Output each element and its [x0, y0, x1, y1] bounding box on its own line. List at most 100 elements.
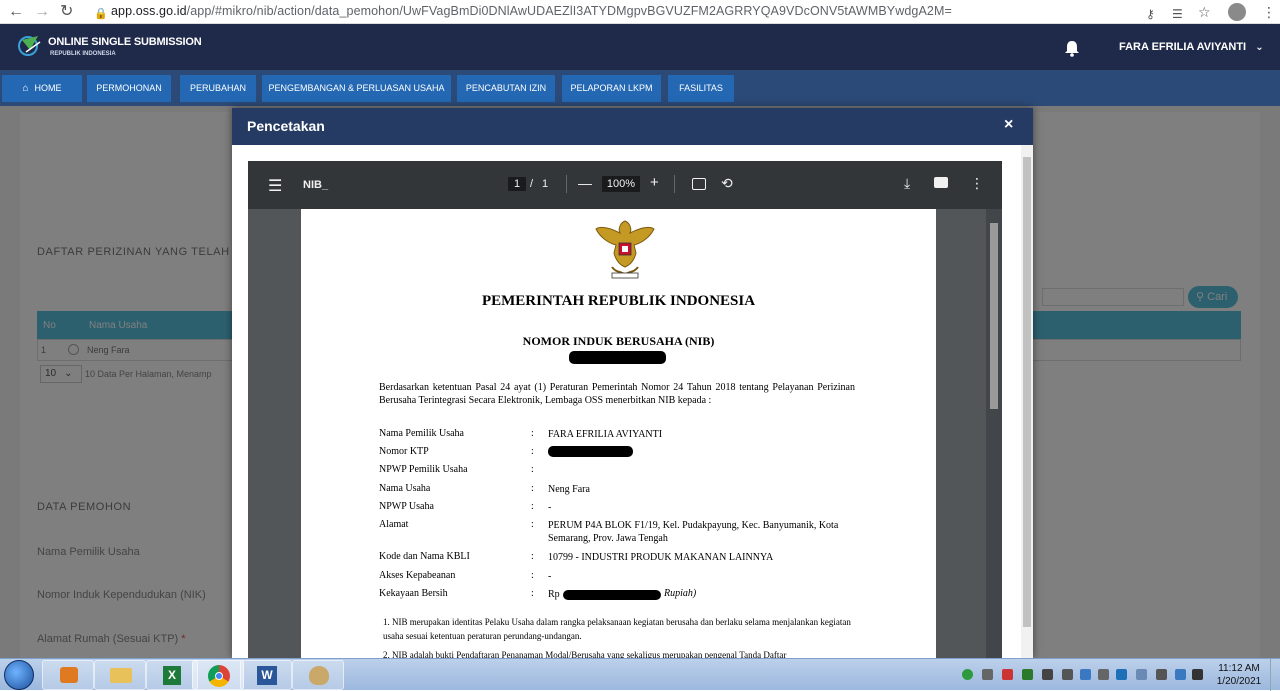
field-label: Nama Usaha	[379, 483, 431, 494]
pdf-scrollbar-thumb[interactable]	[990, 223, 998, 409]
action-center-flag-icon[interactable]	[1156, 669, 1167, 680]
tray-app-icon[interactable]	[1042, 669, 1053, 680]
field-colon: :	[531, 551, 534, 562]
close-icon[interactable]: ×	[1004, 116, 1013, 134]
field-colon: :	[531, 501, 534, 512]
word-icon: W	[257, 666, 277, 685]
nav-home-label: HOME	[34, 83, 62, 93]
nav-fasilitas[interactable]: FASILITAS	[668, 75, 734, 102]
rotate-icon[interactable]: ⟲	[721, 175, 733, 192]
url-path: /app/#mikro/nib/action/data_pemohon/UwFV…	[186, 4, 952, 18]
print-icon[interactable]	[934, 177, 948, 188]
nav-permohonan[interactable]: PERMOHONAN	[87, 75, 171, 102]
profile-avatar[interactable]	[1228, 3, 1246, 21]
clock[interactable]: 11:12 AM 1/20/2021	[1214, 662, 1264, 688]
modal-title: Pencetakan	[247, 118, 325, 134]
field-colon: :	[531, 428, 534, 439]
main-nav: ⌂ HOME PERMOHONAN PERUBAHAN PENGEMBANGAN …	[0, 70, 1280, 106]
network-icon[interactable]	[1175, 669, 1186, 680]
page-number-input[interactable]: 1	[508, 177, 526, 191]
chevron-down-icon: ⌄	[1255, 42, 1264, 53]
forward-icon[interactable]: →	[34, 3, 50, 21]
paint-icon	[309, 666, 329, 685]
tray-lock-icon[interactable]	[982, 669, 993, 680]
field-colon: :	[531, 446, 534, 457]
field-label: Akses Kepabeanan	[379, 570, 456, 581]
fit-page-icon[interactable]	[692, 178, 706, 190]
page-separator: /	[530, 178, 534, 190]
pdf-viewer: ☰ NIB_ 1 / 1 — 100% + ⟲ ⤓ ⋮ PEMERINTAH R…	[248, 161, 1002, 658]
bluetooth-icon[interactable]	[1116, 669, 1127, 680]
nav-pencabutan-izin[interactable]: PENCABUTAN IZIN	[457, 75, 555, 102]
address-bar[interactable]: app.oss.go.id/app/#mikro/nib/action/data…	[111, 4, 952, 18]
tray-app-icon[interactable]	[1062, 669, 1073, 680]
show-desktop-button[interactable]	[1270, 659, 1280, 691]
home-icon: ⌂	[22, 83, 29, 94]
bookmark-star-icon[interactable]: ☆	[1198, 3, 1211, 21]
browser-menu-icon[interactable]: ⋮	[1262, 3, 1276, 21]
redaction-kekayaan	[563, 590, 661, 600]
taskbar-excel[interactable]: X	[146, 660, 198, 690]
nav-perubahan[interactable]: PERUBAHAN	[180, 75, 256, 102]
folder-icon	[110, 668, 132, 683]
pdf-scrollbar[interactable]	[986, 209, 1002, 658]
pdf-page: PEMERINTAH REPUBLIK INDONESIA NOMOR INDU…	[301, 209, 936, 658]
notification-bell-icon[interactable]	[1064, 40, 1080, 57]
brand-subtitle: REPUBLIK INDONESIA	[50, 51, 116, 57]
user-menu[interactable]: FARA EFRILIA AVIYANTI ⌄	[1119, 41, 1264, 53]
field-label: Alamat	[379, 519, 409, 530]
note-1: 1. NIB merupakan identitas Pelaku Usaha …	[383, 617, 851, 641]
field-label: NPWP Usaha	[379, 501, 434, 512]
nav-pengembangan[interactable]: PENGEMBANGAN & PERLUASAN USAHA	[262, 75, 451, 102]
site-header: ONLINE SINGLE SUBMISSION REPUBLIK INDONE…	[0, 24, 1280, 70]
taskbar-chrome[interactable]	[192, 660, 244, 690]
field-label: Kekayaan Bersih	[379, 588, 448, 599]
field-colon: :	[531, 570, 534, 581]
url-host: app.oss.go.id	[111, 4, 187, 18]
modal-scrollbar-thumb[interactable]	[1023, 157, 1031, 627]
signal-bars-icon[interactable]	[1192, 669, 1203, 680]
security-shield-icon[interactable]	[962, 669, 973, 680]
modal-scrollbar[interactable]	[1021, 145, 1033, 658]
tray-app-icon[interactable]	[1002, 669, 1013, 680]
redaction-ktp	[548, 446, 633, 457]
more-options-icon[interactable]: ⋮	[970, 175, 984, 192]
document-heading: PEMERINTAH REPUBLIK INDONESIA	[481, 293, 756, 309]
volume-icon[interactable]	[1136, 669, 1147, 680]
field-colon: :	[531, 464, 534, 475]
tray-app-icon[interactable]	[1098, 669, 1109, 680]
menu-icon[interactable]: ☰	[268, 176, 282, 196]
tray-app-icon[interactable]	[1022, 669, 1033, 680]
lock-icon[interactable]: 🔒	[94, 5, 108, 23]
modal-header: Pencetakan ×	[232, 108, 1033, 145]
page-total: 1	[542, 178, 549, 190]
taskbar-word[interactable]: W	[240, 660, 292, 690]
back-icon[interactable]: ←	[8, 3, 24, 21]
field-value: FARA EFRILIA AVIYANTI	[548, 429, 663, 440]
zoom-input[interactable]: 100%	[602, 176, 640, 192]
taskbar-paint[interactable]	[292, 660, 344, 690]
taskbar-media-player[interactable]	[42, 660, 94, 690]
field-value: -	[548, 502, 552, 513]
field-value: PERUM P4A BLOK F1/19, Kel. Pudakpayung, …	[548, 520, 839, 544]
clock-date: 1/20/2021	[1216, 676, 1262, 687]
translate-icon[interactable]: ☰	[1172, 5, 1183, 23]
tray-app-icon[interactable]	[1080, 669, 1091, 680]
nav-home[interactable]: ⌂ HOME	[2, 75, 82, 102]
field-value: Neng Fara	[548, 484, 590, 495]
nav-pelaporan-lkpm[interactable]: PELAPORAN LKPM	[562, 75, 661, 102]
reload-icon[interactable]: ↻	[60, 3, 73, 21]
oss-logo-icon	[18, 36, 41, 56]
clock-time: 11:12 AM	[1218, 663, 1260, 674]
field-value: -	[548, 571, 552, 582]
zoom-in-button[interactable]: +	[650, 174, 659, 191]
zoom-out-button[interactable]: —	[578, 175, 592, 191]
taskbar-explorer[interactable]	[94, 660, 146, 690]
pdf-toolbar: ☰ NIB_ 1 / 1 — 100% + ⟲ ⤓ ⋮	[248, 161, 1002, 209]
field-label: Kode dan Nama KBLI	[379, 551, 470, 562]
field-label: Nama Pemilik Usaha	[379, 428, 464, 439]
key-icon[interactable]: ⚷	[1146, 5, 1155, 23]
download-icon[interactable]: ⤓	[904, 175, 910, 192]
start-button[interactable]	[4, 660, 34, 690]
toolbar-divider	[566, 175, 567, 193]
